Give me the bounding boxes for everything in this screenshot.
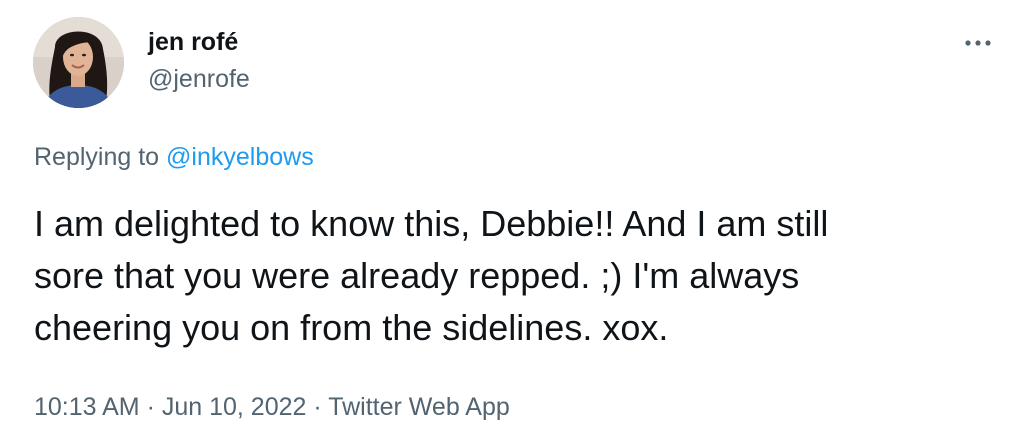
replying-to: Replying to @inkyelbows <box>34 142 314 172</box>
author-handle[interactable]: @jenrofe <box>148 64 250 94</box>
tweet-text-line: sore that you were already repped. ;) I'… <box>34 255 800 296</box>
tweet-source: Twitter Web App <box>328 393 510 421</box>
tweet-text-line: I am delighted to know this, Debbie!! An… <box>34 203 829 244</box>
replying-to-label: Replying to <box>34 143 167 171</box>
avatar-image <box>33 17 124 108</box>
meta-separator: · <box>306 393 329 421</box>
tweet-card: jen rofé @jenrofe Replying to @inkyelbow… <box>0 0 1024 443</box>
tweet-time[interactable]: 10:13 AM <box>34 393 140 421</box>
tweet-text: I am delighted to know this, Debbie!! An… <box>34 198 1009 354</box>
tweet-metadata: 10:13 AM · Jun 10, 2022 · Twitter Web Ap… <box>34 392 510 422</box>
tweet-text-line: cheering you on from the sidelines. xox. <box>34 307 669 348</box>
tweet-date[interactable]: Jun 10, 2022 <box>162 393 307 421</box>
more-options-icon[interactable] <box>958 30 998 56</box>
meta-separator: · <box>139 393 162 421</box>
reply-mention-link[interactable]: @inkyelbows <box>166 143 314 171</box>
avatar[interactable] <box>33 17 124 108</box>
author-name[interactable]: jen rofé <box>148 27 238 57</box>
